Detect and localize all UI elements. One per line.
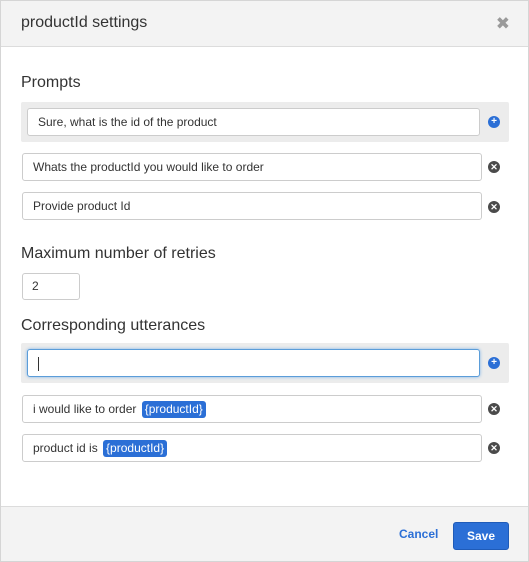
utterances-label: Corresponding utterances (21, 317, 206, 334)
dialog-header: productId settings ✖ (1, 1, 528, 47)
utterance-row: product id is {productId} (22, 434, 482, 462)
retries-input[interactable]: 2 (22, 273, 80, 300)
utterance-active-row (21, 343, 509, 383)
utterance-row: i would like to order {productId} (22, 395, 482, 423)
dialog-title: productId settings (21, 14, 148, 31)
cancel-button[interactable]: Cancel (399, 527, 438, 541)
utterance-text: i would like to order (33, 402, 137, 416)
prompt-input[interactable]: Provide product Id (22, 192, 482, 220)
add-utterance-icon[interactable]: + (488, 357, 500, 369)
prompt-input[interactable]: Sure, what is the id of the product (27, 108, 480, 136)
save-button[interactable]: Save (453, 522, 509, 550)
remove-prompt-icon[interactable]: ✕ (488, 201, 500, 213)
remove-prompt-icon[interactable]: ✕ (488, 161, 500, 173)
text-cursor (38, 356, 39, 371)
retries-label: Maximum number of retries (21, 245, 216, 262)
prompts-label: Prompts (21, 74, 81, 91)
remove-utterance-icon[interactable]: ✕ (488, 442, 500, 454)
remove-utterance-icon[interactable]: ✕ (488, 403, 500, 415)
utterance-text: product id is (33, 441, 98, 455)
prompt-row: Provide product Id (22, 192, 482, 220)
close-icon[interactable]: ✖ (496, 15, 510, 32)
slot-token[interactable]: {productId} (141, 401, 206, 418)
new-utterance-input[interactable] (27, 349, 480, 377)
prompt-input[interactable]: Whats the productId you would like to or… (22, 153, 482, 181)
utterance-input[interactable]: product id is {productId} (22, 434, 482, 462)
add-prompt-icon[interactable]: + (488, 116, 500, 128)
prompt-row: Whats the productId you would like to or… (22, 153, 482, 181)
dialog-footer: Cancel Save (1, 506, 528, 561)
prompt-active-row: Sure, what is the id of the product (21, 102, 509, 142)
utterance-input[interactable]: i would like to order {productId} (22, 395, 482, 423)
slot-token[interactable]: {productId} (103, 440, 168, 457)
productid-settings-dialog: productId settings ✖ Prompts Sure, what … (0, 0, 529, 562)
